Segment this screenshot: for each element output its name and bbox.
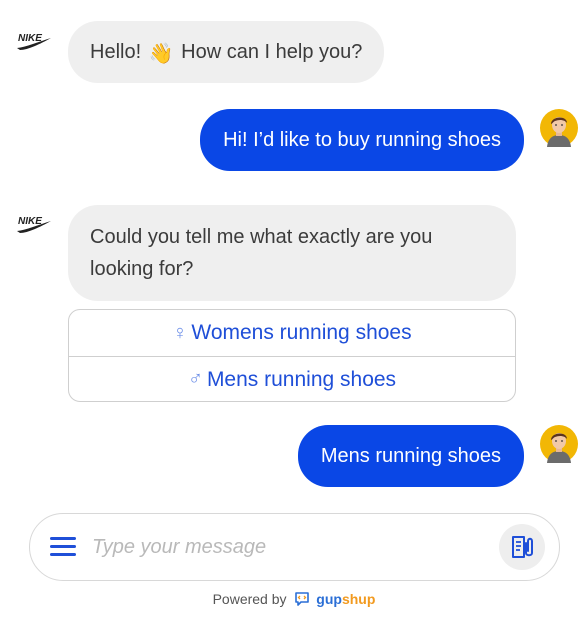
message-text: Hello!: [90, 41, 142, 63]
message-input[interactable]: [92, 532, 472, 562]
hamburger-icon[interactable]: [50, 537, 76, 557]
bot-message: Could you tell me what exactly are you l…: [68, 205, 516, 301]
male-symbol-icon: ♂: [187, 368, 203, 390]
message-text: Mens running shoes: [320, 445, 501, 467]
quick-reply-mens[interactable]: ♂ Mens running shoes: [69, 356, 515, 401]
bot-message: Hello! 👋 How can I help you?: [68, 21, 385, 83]
user-avatar: [540, 425, 578, 463]
attachment-button[interactable]: [499, 524, 545, 570]
message-text: Could you tell me what exactly are you l…: [90, 226, 433, 280]
quick-reply-womens[interactable]: ♀ Womens running shoes: [69, 310, 515, 356]
user-avatar: [540, 109, 578, 147]
message-composer: [29, 513, 560, 581]
nike-logo: NIKE: [16, 31, 52, 51]
gupshup-logo-icon: [295, 592, 310, 606]
user-message: Hi! I’d like to buy running shoes: [200, 109, 524, 171]
gupshup-brand[interactable]: gupshup: [316, 591, 375, 607]
nike-logo: NIKE: [16, 214, 52, 234]
user-message: Mens running shoes: [297, 425, 524, 487]
quick-reply-list: ♀ Womens running shoes ♂ Mens running sh…: [68, 309, 516, 402]
female-symbol-icon: ♀: [172, 321, 188, 344]
powered-by-label: Powered by: [212, 591, 287, 607]
waving-hand-icon: 👋: [148, 43, 174, 65]
attachment-icon: [512, 536, 533, 558]
message-text: Hi! I’d like to buy running shoes: [223, 129, 501, 151]
quick-reply-label: Mens running shoes: [206, 367, 397, 391]
powered-by-footer: Powered by gupshup: [0, 591, 588, 607]
quick-reply-label: Womens running shoes: [191, 321, 412, 344]
message-text: How can I help you?: [181, 41, 363, 63]
